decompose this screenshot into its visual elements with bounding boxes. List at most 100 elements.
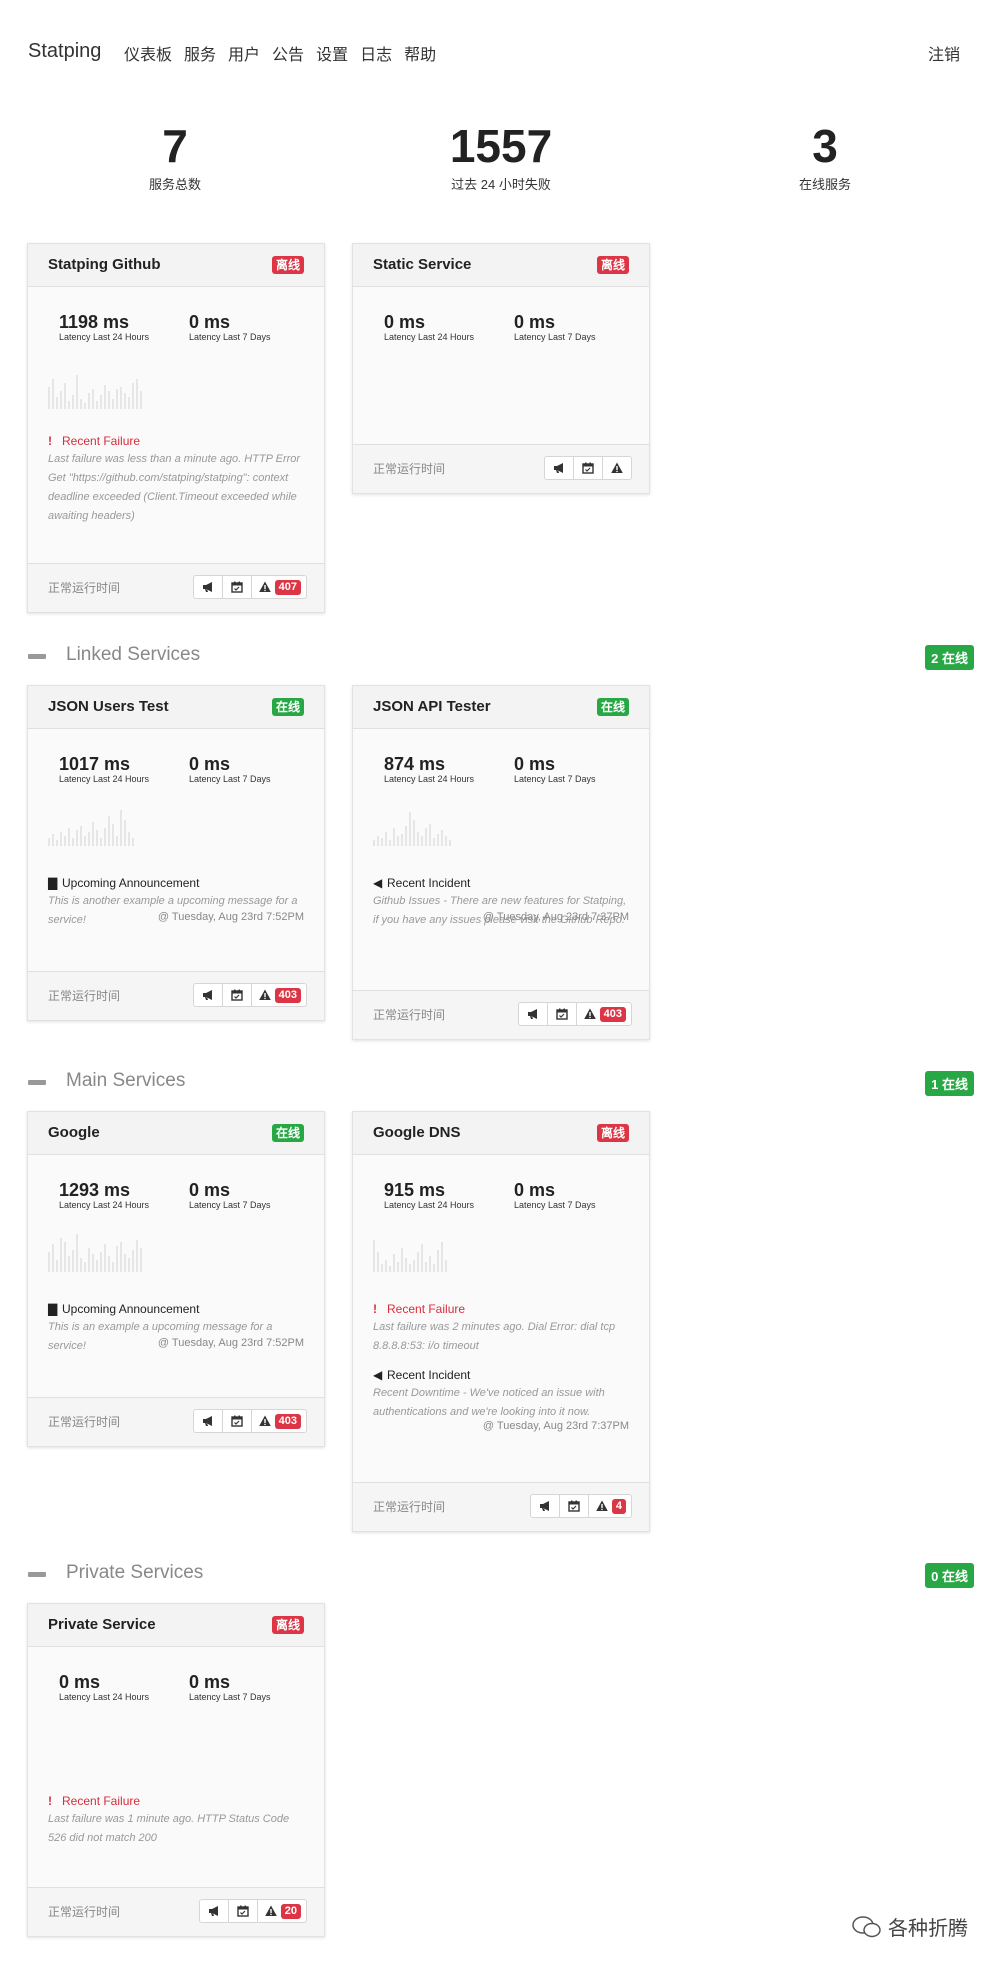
service-card[interactable]: Statping Github 离线 1198 ms Latency Last …: [27, 243, 325, 613]
sparkline-bar: [96, 830, 98, 846]
nav-announcements[interactable]: 公告: [272, 41, 304, 65]
calendar-icon: [230, 989, 243, 1001]
sparkline-bar: [381, 838, 383, 846]
service-card[interactable]: Private Service 离线 0 ms Latency Last 24 …: [27, 1603, 325, 1937]
sparkline-bar: [88, 393, 90, 409]
latency-24h: 1017 ms Latency Last 24 Hours: [59, 754, 149, 784]
sparkline-bar: [441, 1242, 443, 1272]
incident-button[interactable]: [545, 457, 574, 479]
megaphone-icon: [202, 582, 212, 592]
failures-button[interactable]: 403: [252, 984, 306, 1006]
nav-dashboard[interactable]: 仪表板: [124, 41, 172, 65]
sparkline-bar: [92, 389, 94, 409]
failures-button[interactable]: 403: [252, 1410, 306, 1432]
latency-value: 0 ms: [189, 1672, 231, 1692]
service-name[interactable]: Private Service: [48, 1616, 156, 1633]
latency-7d: 0 ms Latency Last 7 Days: [189, 754, 271, 784]
card-header: Statping Github 离线: [28, 244, 324, 287]
card-footer: 正常运行时间 407: [28, 563, 324, 612]
card-header: Google DNS 离线: [353, 1112, 649, 1155]
sparkline-bar: [413, 1260, 415, 1272]
failures-button[interactable]: 407: [252, 576, 306, 598]
sparkline-bar: [96, 1260, 98, 1272]
brand-logo[interactable]: Statping: [28, 40, 101, 63]
failures-button[interactable]: 4: [589, 1495, 631, 1517]
stat-label: 在线服务: [798, 177, 851, 192]
latency-label: Latency Last 7 Days: [189, 332, 271, 342]
nav-help[interactable]: 帮助: [404, 41, 436, 65]
collapse-icon[interactable]: [28, 654, 46, 659]
service-name[interactable]: Google: [48, 1124, 100, 1141]
sparkline-bar: [104, 828, 106, 846]
sparkline-bar: [132, 1250, 134, 1272]
failures-button[interactable]: 20: [258, 1900, 306, 1922]
schedule-button[interactable]: [223, 1410, 252, 1432]
sparkline-bar: [120, 387, 122, 409]
stat-label: 过去 24 小时失败: [451, 177, 551, 192]
megaphone-icon: [539, 1501, 549, 1511]
card-footer: 正常运行时间 20: [28, 1887, 324, 1936]
latency-7d: 0 ms Latency Last 7 Days: [189, 1180, 271, 1210]
sparkline-bar: [76, 375, 78, 409]
service-card[interactable]: Google 在线 1293 ms Latency Last 24 Hours …: [27, 1111, 325, 1447]
sparkline-bar: [68, 828, 70, 846]
card-action-group: 403: [192, 983, 307, 1007]
latency-label: Latency Last 7 Days: [189, 1692, 271, 1702]
warning-icon: [258, 989, 271, 1000]
latency-value: 0 ms: [189, 312, 231, 332]
latency-value: 1293 ms: [59, 1180, 131, 1200]
nav-settings[interactable]: 设置: [316, 41, 348, 65]
latency-7d: 0 ms Latency Last 7 Days: [514, 312, 596, 342]
logout-link[interactable]: 注销: [928, 41, 960, 65]
sparkline-bar: [425, 828, 427, 846]
schedule-button[interactable]: [223, 576, 252, 598]
collapse-icon[interactable]: [28, 1572, 46, 1577]
nav-logs[interactable]: 日志: [360, 41, 392, 65]
nav-services[interactable]: 服务: [184, 41, 216, 65]
uptime-label: 正常运行时间: [48, 1905, 121, 1919]
sparkline-bar: [116, 1246, 118, 1272]
nav-users[interactable]: 用户: [228, 41, 260, 65]
service-card[interactable]: JSON API Tester 在线 874 ms Latency Last 2…: [352, 685, 650, 1040]
status-badge: 在线: [271, 698, 304, 716]
sparkline-bar: [120, 810, 122, 846]
service-name[interactable]: Statping Github: [48, 256, 160, 273]
schedule-button[interactable]: [560, 1495, 589, 1517]
card-footer: 正常运行时间 403: [28, 971, 324, 1020]
schedule-button[interactable]: [223, 984, 252, 1006]
latency-label: Latency Last 7 Days: [514, 774, 596, 784]
latency-sparkline: [48, 1232, 150, 1272]
service-name[interactable]: JSON Users Test: [48, 698, 169, 715]
failures-button[interactable]: [603, 457, 631, 479]
collapse-icon[interactable]: [28, 1080, 46, 1085]
service-card[interactable]: Google DNS 离线 915 ms Latency Last 24 Hou…: [352, 1111, 650, 1532]
schedule-button[interactable]: [548, 1003, 577, 1025]
incident-button[interactable]: [194, 576, 223, 598]
incident-button[interactable]: [194, 1410, 223, 1432]
calendar-icon: [230, 1415, 243, 1427]
incident-button[interactable]: [519, 1003, 548, 1025]
service-card[interactable]: Static Service 离线 0 ms Latency Last 24 H…: [352, 243, 650, 494]
message-title: Recent Failure: [62, 434, 141, 448]
sparkline-bar: [417, 832, 419, 846]
schedule-button[interactable]: [574, 457, 603, 479]
failures-button[interactable]: 403: [577, 1003, 631, 1025]
sparkline-bar: [421, 836, 423, 846]
sparkline-bar: [88, 832, 90, 846]
schedule-button[interactable]: [229, 1900, 258, 1922]
online-count-badge: 1 在线: [925, 1071, 974, 1096]
incident-button[interactable]: [531, 1495, 560, 1517]
service-name[interactable]: JSON API Tester: [373, 698, 491, 715]
uptime-label: 正常运行时间: [373, 462, 446, 476]
incident-button[interactable]: [194, 984, 223, 1006]
sparkline-bar: [385, 1260, 387, 1272]
latency-label: Latency Last 7 Days: [189, 774, 271, 784]
sparkline-bar: [52, 1244, 54, 1272]
service-card[interactable]: JSON Users Test 在线 1017 ms Latency Last …: [27, 685, 325, 1021]
incident-button[interactable]: [200, 1900, 229, 1922]
service-name[interactable]: Google DNS: [373, 1124, 461, 1141]
stat-label: 服务总数: [148, 177, 201, 192]
service-name[interactable]: Static Service: [373, 256, 471, 273]
latency-label: Latency Last 24 Hours: [59, 1200, 150, 1210]
recent-failure: ! Recent Failure Last failure was less th…: [48, 434, 304, 526]
